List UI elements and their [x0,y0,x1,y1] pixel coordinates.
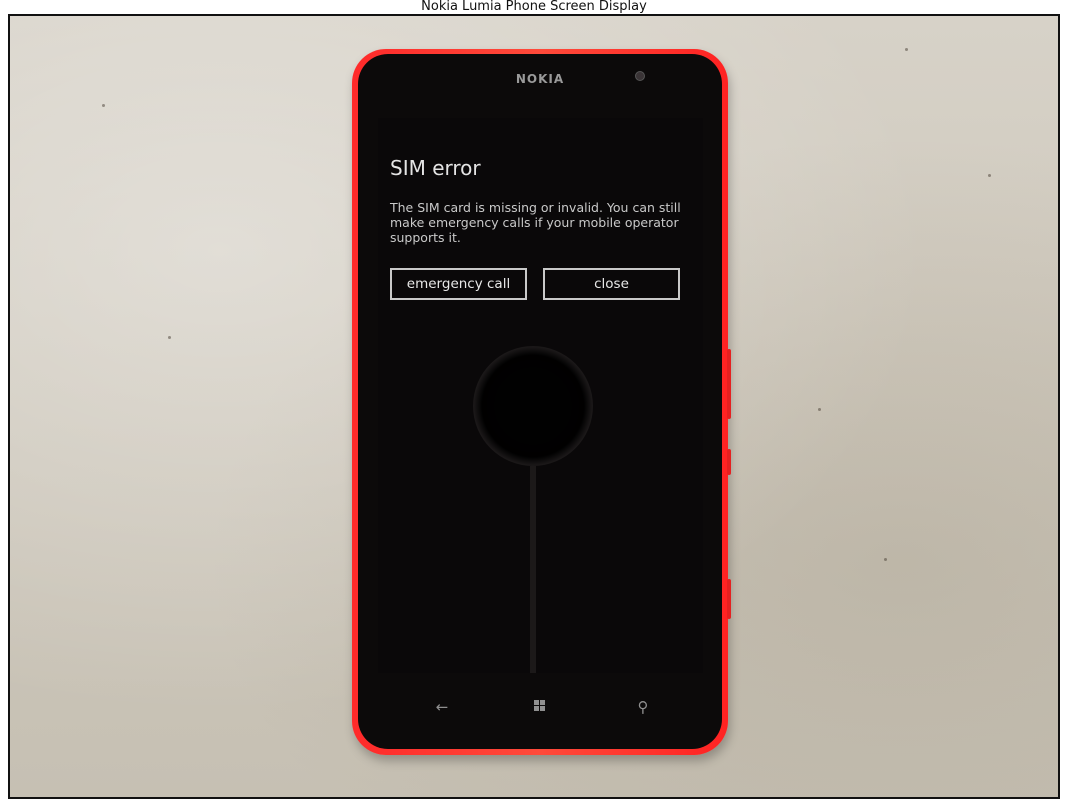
phone-screen: SIM error The SIM card is missing or inv… [378,118,703,673]
windows-logo-icon[interactable] [530,699,550,715]
front-camera-icon [635,71,645,81]
search-icon[interactable]: ⚲ [633,699,653,715]
surface-speck [168,336,171,339]
surface-speck [905,48,908,51]
photo-frame: Nokia Lumia Phone Screen Display NOKIA S… [0,0,1068,805]
dialog-message: The SIM card is missing or invalid. You … [390,200,681,245]
emergency-call-button[interactable]: emergency call [390,268,527,300]
camera-button [727,579,731,619]
windows-logo-glyph [534,700,546,712]
close-button[interactable]: close [543,268,680,300]
image-caption: Nokia Lumia Phone Screen Display [421,0,647,14]
surface-speck [884,558,887,561]
tripod-reflection [530,466,536,673]
volume-button [727,349,731,419]
power-button [727,449,731,475]
photograph: NOKIA SIM error The SIM card is missing … [8,14,1060,799]
back-arrow-icon[interactable]: ← [432,699,452,715]
surface-speck [988,174,991,177]
surface-speck [102,104,105,107]
phone-front: NOKIA SIM error The SIM card is missing … [358,54,722,749]
brand-logo: NOKIA [515,72,565,86]
surface-speck [818,408,821,411]
dialog-title: SIM error [390,156,481,180]
smartphone: NOKIA SIM error The SIM card is missing … [352,49,731,755]
camera-reflection [473,346,593,466]
